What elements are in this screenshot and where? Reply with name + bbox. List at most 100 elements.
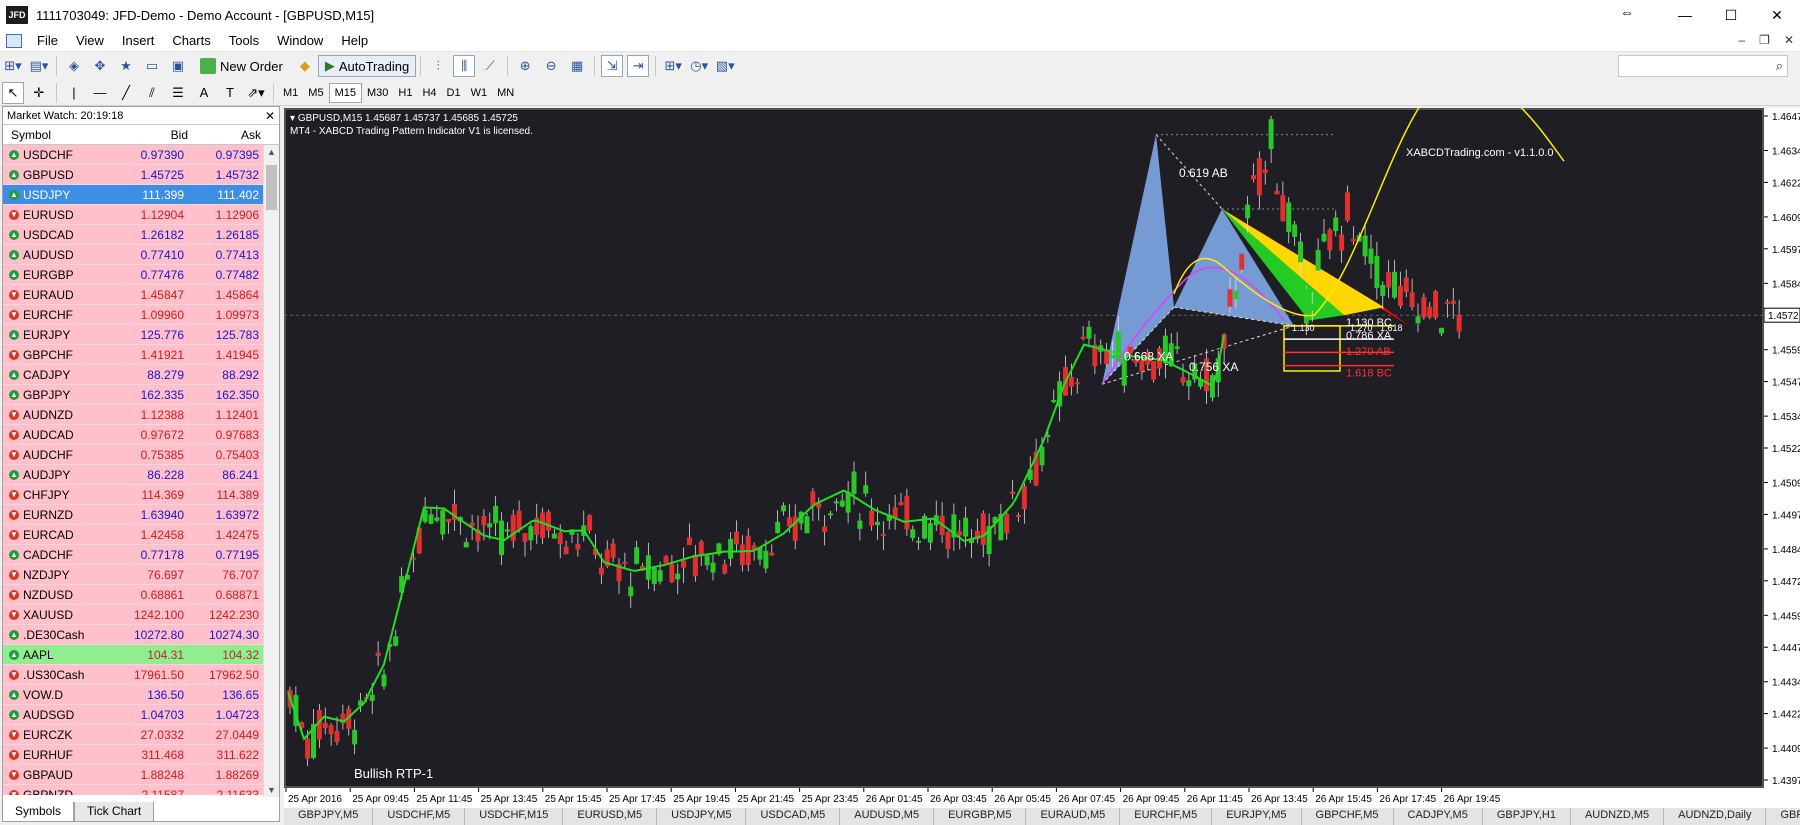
scroll-down-icon[interactable]: ▼ <box>267 785 276 795</box>
menu-file[interactable]: File <box>28 33 67 48</box>
menu-view[interactable]: View <box>67 33 113 48</box>
table-row[interactable]: ▲ EURJPY 125.776 125.783 <box>3 325 265 345</box>
table-row[interactable]: ▲ EURGBP 0.77476 0.77482 <box>3 265 265 285</box>
resize-icon[interactable]: ⇔ <box>1620 4 1634 20</box>
candlestick-icon[interactable]: ⫼ <box>453 55 476 77</box>
table-row[interactable]: ▼ XAUUSD 1242.100 1242.230 <box>3 605 265 625</box>
table-row[interactable]: ▲ AAPL 104.31 104.32 <box>3 645 265 665</box>
timeframe-m30[interactable]: M30 <box>362 83 393 103</box>
search-icon[interactable]: ⌕ <box>1776 58 1783 74</box>
timeframe-h1[interactable]: H1 <box>393 83 417 103</box>
timeframe-m1[interactable]: M1 <box>278 83 303 103</box>
line-chart-icon[interactable]: ⟋ <box>479 55 501 77</box>
table-row[interactable]: ▲ CADJPY 88.279 88.292 <box>3 365 265 385</box>
menu-window[interactable]: Window <box>268 33 332 48</box>
minimize-button[interactable]: — <box>1662 0 1708 30</box>
market-watch-icon[interactable]: ◈ <box>63 55 85 77</box>
table-row[interactable]: ▼ AUDNZD 1.12388 1.12401 <box>3 405 265 425</box>
table-row[interactable]: ▼ GBPNZD 2.11587 2.11633 <box>3 785 265 795</box>
table-row[interactable]: ▲ AUDJPY 86.228 86.241 <box>3 465 265 485</box>
table-row[interactable]: ▼ EURCAD 1.42458 1.42475 <box>3 525 265 545</box>
mdi-minimize-icon[interactable]: – <box>1738 33 1745 47</box>
table-row[interactable]: ▼ NZDJPY 76.697 76.707 <box>3 565 265 585</box>
timeframe-d1[interactable]: D1 <box>442 83 466 103</box>
vertical-line-icon[interactable]: | <box>63 82 85 104</box>
chart-tab[interactable]: GBPJPY,H1 <box>1483 808 1571 825</box>
autotrading-button[interactable]: ▶ AutoTrading <box>317 55 417 77</box>
chart-tab[interactable]: USDCHF,M5 <box>373 808 466 825</box>
periods-icon[interactable]: ◷▾ <box>688 55 710 77</box>
horizontal-line-icon[interactable]: — <box>89 82 111 104</box>
table-row[interactable]: ▼ EURCZK 27.0332 27.0449 <box>3 725 265 745</box>
chart-tab[interactable]: USDCAD,M5 <box>746 808 841 825</box>
table-row[interactable]: ▼ CHFJPY 114.369 114.389 <box>3 485 265 505</box>
table-row[interactable]: ▲ .DE30Cash 10272.80 10274.30 <box>3 625 265 645</box>
table-row[interactable]: ▲ USDCHF 0.97390 0.97395 <box>3 145 265 165</box>
price-chart[interactable]: 1.4647 1.4634 1.4622 1.4609 1.4597 1.4584 1.45… <box>284 108 1800 808</box>
mdi-close-icon[interactable]: ✕ <box>1784 33 1794 47</box>
timeframe-mn[interactable]: MN <box>492 83 519 103</box>
table-row[interactable]: ▼ EURNZD 1.63940 1.63972 <box>3 505 265 525</box>
timeframe-m5[interactable]: M5 <box>303 83 328 103</box>
zoom-out-icon[interactable]: ⊖ <box>540 55 562 77</box>
timeframe-h4[interactable]: H4 <box>417 83 441 103</box>
arrows-icon[interactable]: ⇗▾ <box>245 82 267 104</box>
column-symbol[interactable]: Symbol <box>3 128 115 142</box>
close-icon[interactable]: ✕ <box>265 109 275 123</box>
menu-tools[interactable]: Tools <box>220 33 268 48</box>
table-row[interactable]: ▲ USDCAD 1.26182 1.26185 <box>3 225 265 245</box>
scroll-up-icon[interactable]: ▲ <box>267 147 276 157</box>
chart-tab[interactable]: GBPJPY,M15 <box>1766 808 1800 825</box>
chart-shift-icon[interactable]: ⇥ <box>627 55 650 77</box>
indicators-icon[interactable]: ⊞▾ <box>662 55 684 77</box>
terminal-icon[interactable]: ▭ <box>141 55 163 77</box>
scroll-thumb[interactable] <box>266 165 277 210</box>
cursor-icon[interactable]: ↖ <box>2 81 24 104</box>
tester-icon[interactable]: ▣ <box>167 55 189 77</box>
table-row[interactable]: ▼ EURUSD 1.12904 1.12906 <box>3 205 265 225</box>
chart-tab[interactable]: CADJPY,M5 <box>1394 808 1483 825</box>
table-row[interactable]: ▼ GBPAUD 1.88248 1.88269 <box>3 765 265 785</box>
table-row[interactable]: ▲ GBPJPY 162.335 162.350 <box>3 385 265 405</box>
column-ask[interactable]: Ask <box>192 128 265 142</box>
profiles-icon[interactable]: ▤▾ <box>28 55 50 77</box>
navigator-icon[interactable]: ✥ <box>89 55 111 77</box>
chart-tab[interactable]: EURGBP,M5 <box>934 808 1027 825</box>
table-row[interactable]: ▼ AUDCAD 0.97672 0.97683 <box>3 425 265 445</box>
chart-tab[interactable]: EURJPY,M5 <box>1212 808 1302 825</box>
chart-tab[interactable]: GBPCHF,M5 <box>1302 808 1394 825</box>
table-row[interactable]: ▲ GBPUSD 1.45725 1.45732 <box>3 165 265 185</box>
menu-help[interactable]: Help <box>332 33 377 48</box>
table-row[interactable]: ▲ AUDSGD 1.04703 1.04723 <box>3 705 265 725</box>
meta-editor-icon[interactable]: ◆ <box>294 55 316 77</box>
vertical-scrollbar[interactable]: ▲ ▼ <box>263 145 279 797</box>
bar-chart-icon[interactable]: ⫶ <box>427 55 449 77</box>
column-bid[interactable]: Bid <box>115 128 192 142</box>
favorites-icon[interactable]: ★ <box>115 55 137 77</box>
chart-menu-icon[interactable]: ▾ <box>290 113 295 124</box>
new-order-button[interactable]: New Order <box>193 55 290 77</box>
fibonacci-icon[interactable]: ☰ <box>167 82 189 104</box>
chart-tab[interactable]: AUDUSD,M5 <box>840 808 935 825</box>
auto-scroll-icon[interactable]: ⇲ <box>601 55 624 77</box>
table-row[interactable]: ▼ .US30Cash 17961.50 17962.50 <box>3 665 265 685</box>
tab-symbols[interactable]: Symbols <box>2 802 75 822</box>
chart-tab[interactable]: EURAUD,M5 <box>1026 808 1121 825</box>
chart-tab[interactable]: USDCHF,M15 <box>465 808 564 825</box>
chart-tab[interactable]: AUDNZD,M5 <box>1571 808 1665 825</box>
table-row[interactable]: ▼ EURAUD 1.45847 1.45864 <box>3 285 265 305</box>
chart-tab[interactable]: AUDNZD,Daily <box>1664 808 1767 825</box>
chart-tab[interactable]: EURUSD,M5 <box>563 808 658 825</box>
table-row[interactable]: ▼ AUDCHF 0.75385 0.75403 <box>3 445 265 465</box>
label-icon[interactable]: T <box>219 82 241 104</box>
tile-windows-icon[interactable]: ▦ <box>566 55 588 77</box>
channel-icon[interactable]: ⫽ <box>141 82 163 104</box>
table-row[interactable]: ▼ EURCHF 1.09960 1.09973 <box>3 305 265 325</box>
zoom-in-icon[interactable]: ⊕ <box>514 55 536 77</box>
tab-tick-chart[interactable]: Tick Chart <box>74 802 155 822</box>
table-row[interactable]: ▲ USDJPY 111.399 111.402 <box>3 185 265 205</box>
document-icon[interactable] <box>6 33 22 48</box>
table-row[interactable]: ▼ NZDUSD 0.68861 0.68871 <box>3 585 265 605</box>
trendline-icon[interactable]: ╱ <box>115 82 137 104</box>
table-row[interactable]: ▲ VOW.D 136.50 136.65 <box>3 685 265 705</box>
